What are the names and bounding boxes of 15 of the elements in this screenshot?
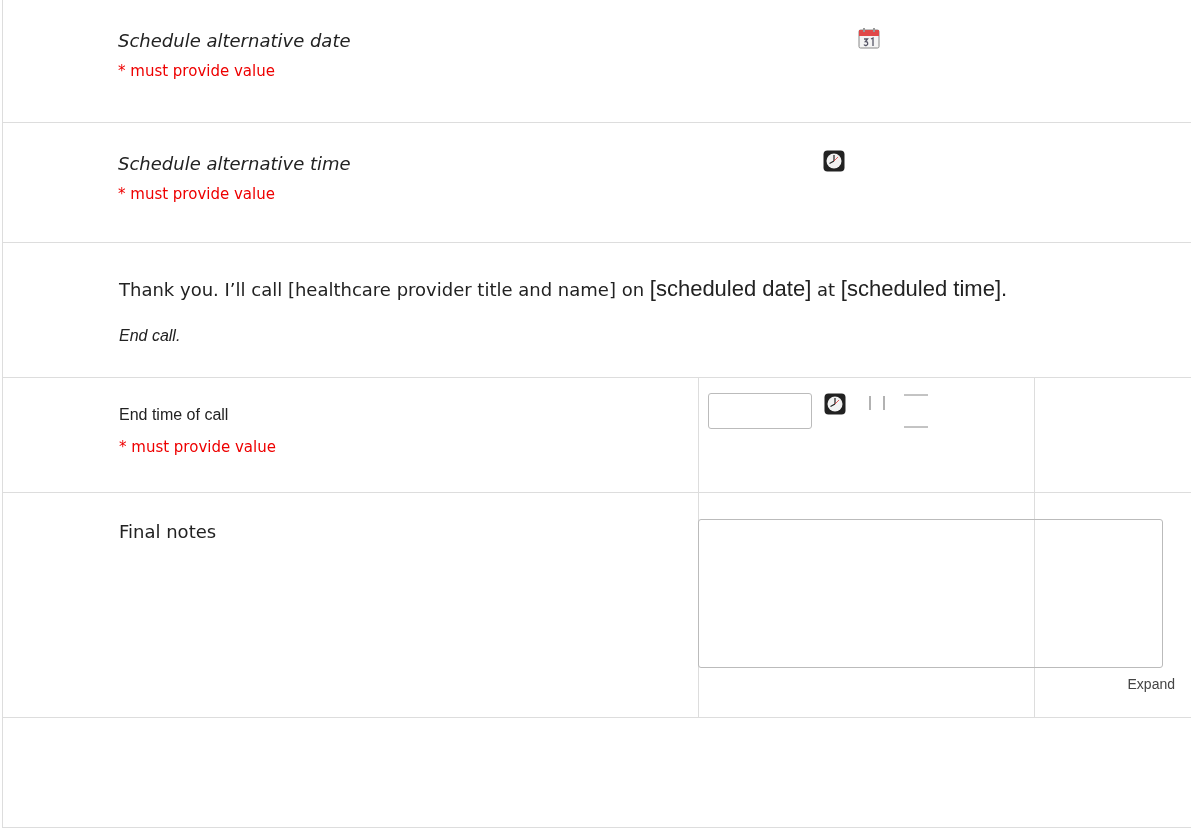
call-instruction: End call. xyxy=(119,327,182,345)
calendar-icon[interactable] xyxy=(858,27,880,49)
clock-icon[interactable] xyxy=(824,393,846,415)
clock-icon[interactable] xyxy=(823,150,845,172)
field-label: End time of call xyxy=(119,406,230,424)
time-input-field[interactable] xyxy=(708,393,812,429)
required-note: * must provide value xyxy=(118,185,276,203)
expand-link[interactable]: Expand xyxy=(1127,676,1175,692)
field-label: Final notes xyxy=(119,521,218,542)
closing-statement: Thank you. I’ll call [healthcare provider title and name] on [scheduled date] at [scheduled time]. xyxy=(119,276,1009,302)
separator-marks-drawing xyxy=(868,394,930,428)
required-note: * must provide value xyxy=(118,62,276,80)
field-label: Schedule alternative date xyxy=(118,30,352,51)
field-label: Schedule alternative time xyxy=(118,153,352,174)
required-note: * must provide value xyxy=(119,438,277,456)
